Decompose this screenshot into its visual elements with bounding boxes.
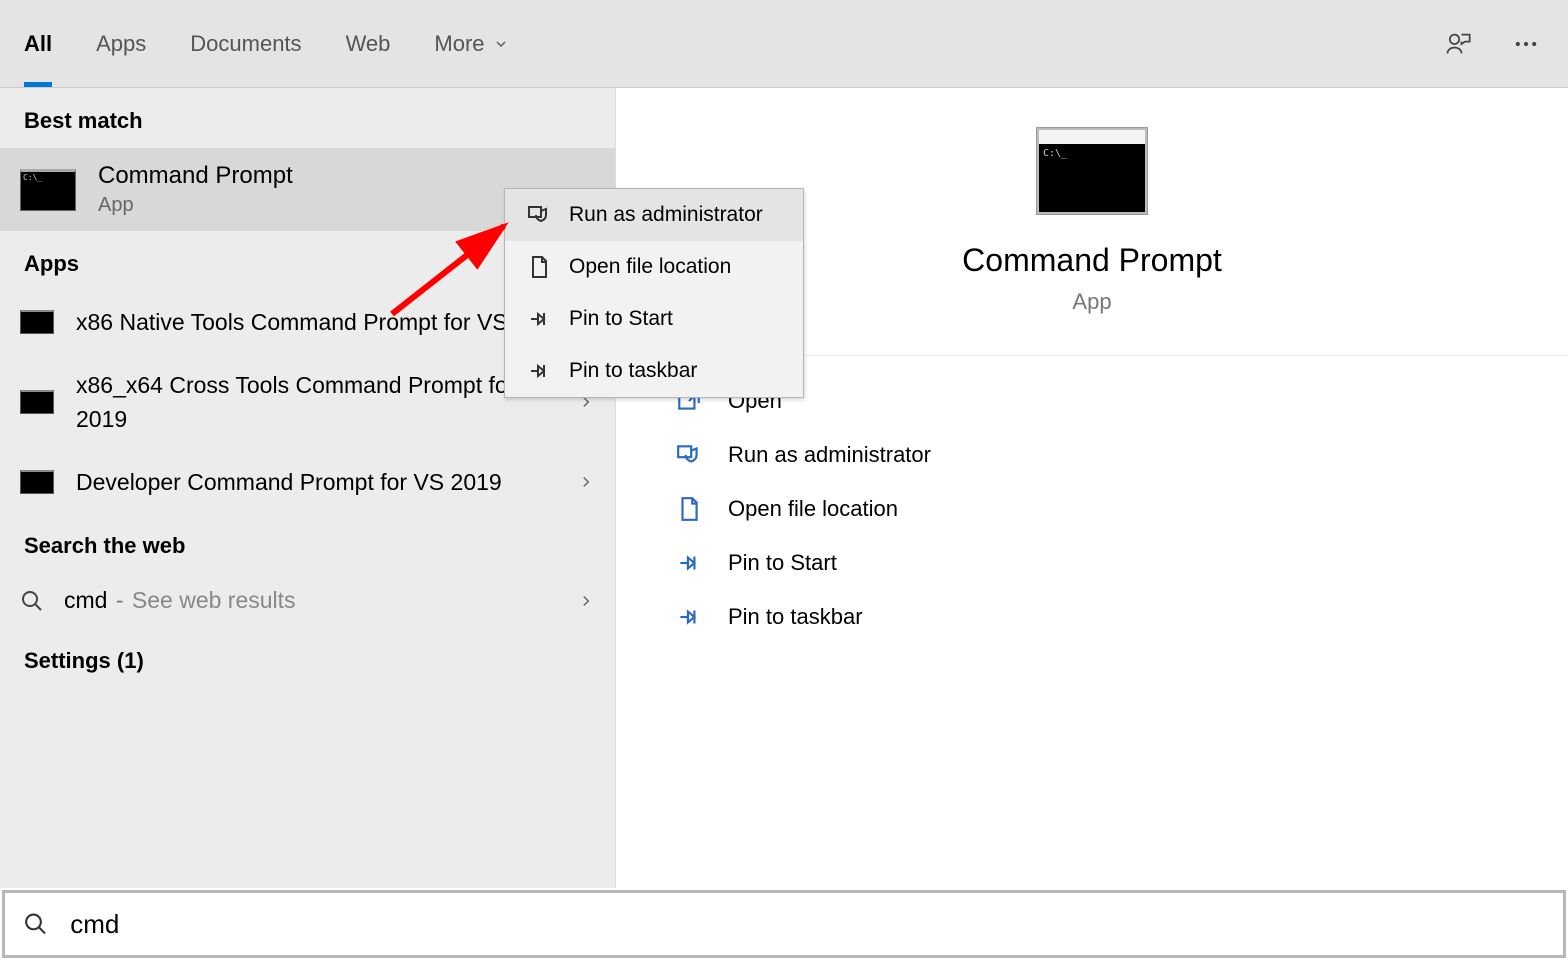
search-input[interactable]: [70, 909, 1545, 940]
file-location-icon: [527, 255, 551, 279]
action-open-file-location[interactable]: Open file location: [676, 482, 1508, 536]
ctx-label: Run as administrator: [569, 203, 763, 227]
tab-apps[interactable]: Apps: [96, 0, 146, 87]
ctx-pin-to-taskbar[interactable]: Pin to taskbar: [505, 345, 803, 397]
app-item-label: x86_x64 Cross Tools Command Prompt for V…: [76, 368, 555, 437]
action-label: Pin to taskbar: [728, 604, 863, 630]
action-label: Run as administrator: [728, 442, 931, 468]
more-options-icon[interactable]: [1512, 30, 1540, 58]
command-prompt-icon: [20, 310, 54, 334]
best-match-title: Command Prompt: [98, 162, 293, 190]
command-prompt-icon: [20, 390, 54, 414]
ctx-pin-to-start[interactable]: Pin to Start: [505, 293, 803, 345]
command-prompt-icon: [20, 169, 76, 211]
web-header: Search the web: [0, 513, 615, 573]
filter-tabbar: All Apps Documents Web More: [0, 0, 1568, 88]
chevron-right-icon: [577, 592, 595, 610]
app-item-2[interactable]: Developer Command Prompt for VS 2019: [0, 451, 615, 514]
ctx-run-as-admin[interactable]: Run as administrator: [505, 189, 803, 241]
ctx-label: Pin to Start: [569, 307, 673, 331]
command-prompt-icon: [1037, 128, 1147, 214]
action-label: Pin to Start: [728, 550, 837, 576]
best-match-subtitle: App: [98, 194, 293, 217]
ctx-label: Pin to taskbar: [569, 359, 697, 383]
action-pin-to-taskbar[interactable]: Pin to taskbar: [676, 590, 1508, 644]
web-search-item[interactable]: cmd - See web results: [0, 573, 615, 628]
admin-shield-icon: [676, 442, 702, 468]
tab-web[interactable]: Web: [346, 0, 391, 87]
action-pin-to-start[interactable]: Pin to Start: [676, 536, 1508, 590]
chevron-right-icon: [577, 473, 595, 491]
context-menu: Run as administrator Open file location …: [504, 188, 804, 398]
chevron-down-icon: [493, 36, 509, 52]
admin-shield-icon: [527, 203, 551, 227]
web-hint: See web results: [132, 587, 296, 613]
best-match-header: Best match: [0, 88, 615, 148]
file-location-icon: [676, 496, 702, 522]
tab-more[interactable]: More: [434, 0, 508, 87]
pin-icon: [676, 604, 702, 630]
app-item-label: Developer Command Prompt for VS 2019: [76, 465, 555, 500]
ctx-label: Open file location: [569, 255, 731, 279]
settings-header: Settings (1): [0, 628, 615, 688]
tab-documents[interactable]: Documents: [190, 0, 301, 87]
pin-icon: [676, 550, 702, 576]
ctx-open-file-location[interactable]: Open file location: [505, 241, 803, 293]
action-label: Open file location: [728, 496, 898, 522]
search-bar[interactable]: [2, 890, 1566, 958]
command-prompt-icon: [20, 470, 54, 494]
search-icon: [23, 911, 48, 937]
tab-all[interactable]: All: [24, 0, 52, 87]
web-query: cmd: [64, 587, 107, 613]
search-icon: [20, 589, 44, 613]
pin-icon: [527, 359, 551, 383]
action-run-as-admin[interactable]: Run as administrator: [676, 428, 1508, 482]
feedback-icon[interactable]: [1444, 30, 1472, 58]
pin-icon: [527, 307, 551, 331]
